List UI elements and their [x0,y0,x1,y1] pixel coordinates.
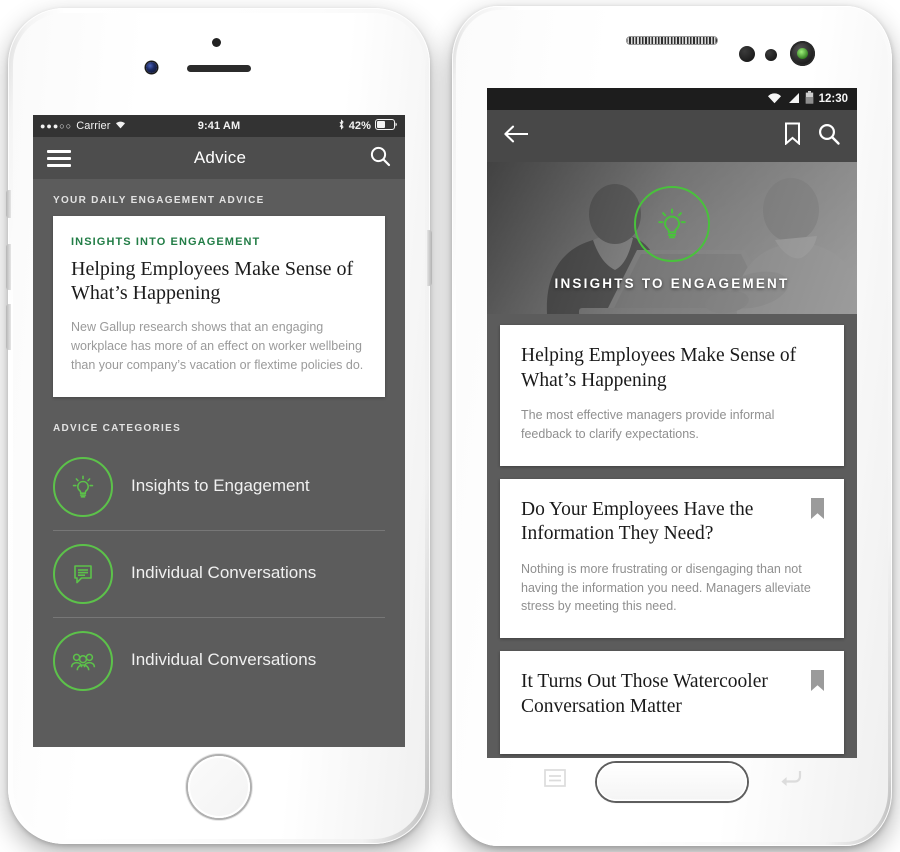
back-arrow-icon[interactable] [503,124,529,149]
category-label: Individual Conversations [131,563,317,583]
card-kicker: INSIGHTS INTO ENGAGEMENT [71,236,261,248]
battery-percent-label: 42% [348,120,372,132]
article-card[interactable]: It Turns Out Those Watercooler Conversat… [500,651,844,755]
carrier-label: Carrier [76,120,111,132]
menu-soft-key-icon[interactable] [544,769,566,792]
bookmark-icon[interactable] [810,670,825,696]
daily-advice-card[interactable]: INSIGHTS INTO ENGAGEMENT Helping Employe… [53,216,385,397]
category-label: Insights to Engagement [131,476,310,496]
android-device: 12:30 INSIGHTS TO ENGAGEMENT Helping Emp… [452,6,892,846]
article-title: It Turns Out Those Watercooler Conversat… [521,671,768,717]
power-button[interactable] [427,230,432,286]
lightbulb-icon [53,456,113,517]
battery-icon [805,91,814,107]
bookmark-icon[interactable] [784,122,801,150]
card-title: Helping Employees Make Sense of What’s H… [71,258,354,305]
battery-icon [375,119,398,133]
article-body: Nothing is more frustrating or disengagi… [521,561,811,614]
home-hardware-button[interactable] [597,763,747,801]
front-camera-icon [790,41,815,66]
people-group-icon [53,630,113,691]
category-item-conversations-1[interactable]: Individual Conversations [33,531,405,617]
search-icon[interactable] [817,122,841,151]
category-label: Individual Conversations [131,650,317,670]
android-app-bar [487,110,857,162]
earpiece-speaker [626,36,718,45]
category-item-insights[interactable]: Insights to Engagement [33,444,405,530]
ios-status-bar: ●●●○○ Carrier 9:41 AM 42% [33,115,405,137]
back-soft-key-icon[interactable] [778,769,802,792]
wifi-icon [115,120,126,132]
clock-label: 9:41 AM [197,120,241,132]
bookmark-icon[interactable] [810,497,825,524]
iphone-device: ●●●○○ Carrier 9:41 AM 42% Advice YOUR DA… [6,8,432,844]
lightbulb-icon [634,185,710,262]
speech-bubble-icon [53,543,113,604]
advice-categories-section-label: ADVICE CATEGORIES [53,422,182,434]
android-status-bar: 12:30 [487,88,857,110]
bluetooth-icon [338,119,345,133]
article-card[interactable]: Do Your Employees Have the Information T… [500,478,844,638]
volume-up-button[interactable] [6,244,11,290]
article-card[interactable]: Helping Employees Make Sense of What’s H… [500,325,844,466]
proximity-sensor-icon [212,38,221,47]
hero-banner: INSIGHTS TO ENGAGEMENT [487,162,857,314]
article-title: Do Your Employees Have the Information T… [521,498,754,545]
wifi-icon [767,92,782,107]
proximity-sensor-icon [739,46,755,62]
volume-down-button[interactable] [6,304,11,350]
article-list: Helping Employees Make Sense of What’s H… [487,314,857,758]
hamburger-menu-icon[interactable] [47,146,71,171]
ios-nav-bar: Advice [33,137,405,179]
home-button[interactable] [188,756,250,818]
earpiece-speaker [187,65,251,72]
front-camera-icon [146,62,157,73]
mute-switch[interactable] [6,190,11,218]
cellular-signal-icon [787,92,800,107]
card-body: New Gallup research shows that an engagi… [71,319,364,372]
page-title: Advice [193,148,247,167]
android-screen: 12:30 INSIGHTS TO ENGAGEMENT Helping Emp… [487,88,857,758]
article-body: The most effective managers provide info… [521,408,775,441]
daily-advice-section-label: YOUR DAILY ENGAGEMENT ADVICE [53,195,265,206]
signal-dots-icon: ●●●○○ [40,121,73,131]
search-icon[interactable] [369,145,391,172]
article-title: Helping Employees Make Sense of What’s H… [521,345,797,391]
hero-label: INSIGHTS TO ENGAGEMENT [554,275,790,291]
ios-content-area: YOUR DAILY ENGAGEMENT ADVICE INSIGHTS IN… [33,179,405,747]
iphone-screen: ●●●○○ Carrier 9:41 AM 42% Advice YOUR DA… [33,115,405,747]
category-item-conversations-2[interactable]: Individual Conversations [33,618,405,704]
clock-label: 12:30 [818,93,848,105]
light-sensor-icon [765,49,777,61]
